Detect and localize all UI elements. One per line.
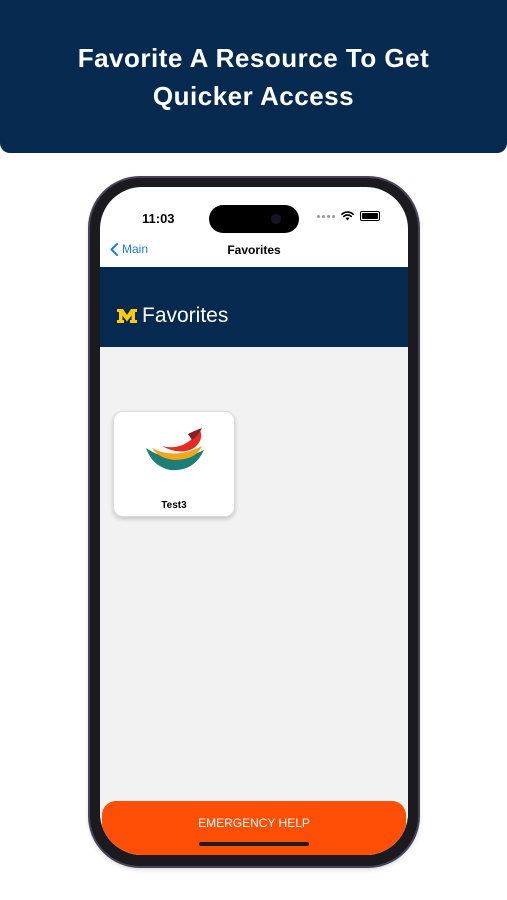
favorites-header: Favorites [100, 267, 408, 347]
favorite-card-label: Test3 [161, 500, 187, 511]
home-indicator [199, 842, 309, 846]
emergency-help-button[interactable]: EMERGENCY HELP [102, 801, 406, 855]
favorites-heading: Favorites [142, 304, 229, 327]
status-time: 11:03 [142, 211, 175, 226]
phone-frame: 11:03 Main Favorites Favorites Test3 EME… [90, 178, 418, 866]
favorite-card-test3[interactable]: Test3 [113, 411, 235, 517]
dynamic-island [209, 205, 299, 233]
camera-icon [271, 214, 281, 224]
emergency-help-label: EMERGENCY HELP [198, 816, 310, 830]
promo-banner-title: Favorite A Resource To Get Quicker Acces… [77, 42, 430, 111]
wifi-icon [341, 211, 354, 221]
status-icons [317, 211, 380, 221]
test3-app-icon [146, 428, 204, 471]
battery-icon [360, 211, 380, 221]
signal-dots-icon [317, 214, 335, 218]
phone-screen: 11:03 Main Favorites Favorites Test3 EME… [100, 187, 408, 855]
block-m-logo [117, 309, 137, 323]
favorites-content: Test3 [100, 347, 408, 855]
promo-banner: Favorite A Resource To Get Quicker Acces… [0, 0, 507, 153]
nav-title: Favorites [227, 243, 281, 257]
